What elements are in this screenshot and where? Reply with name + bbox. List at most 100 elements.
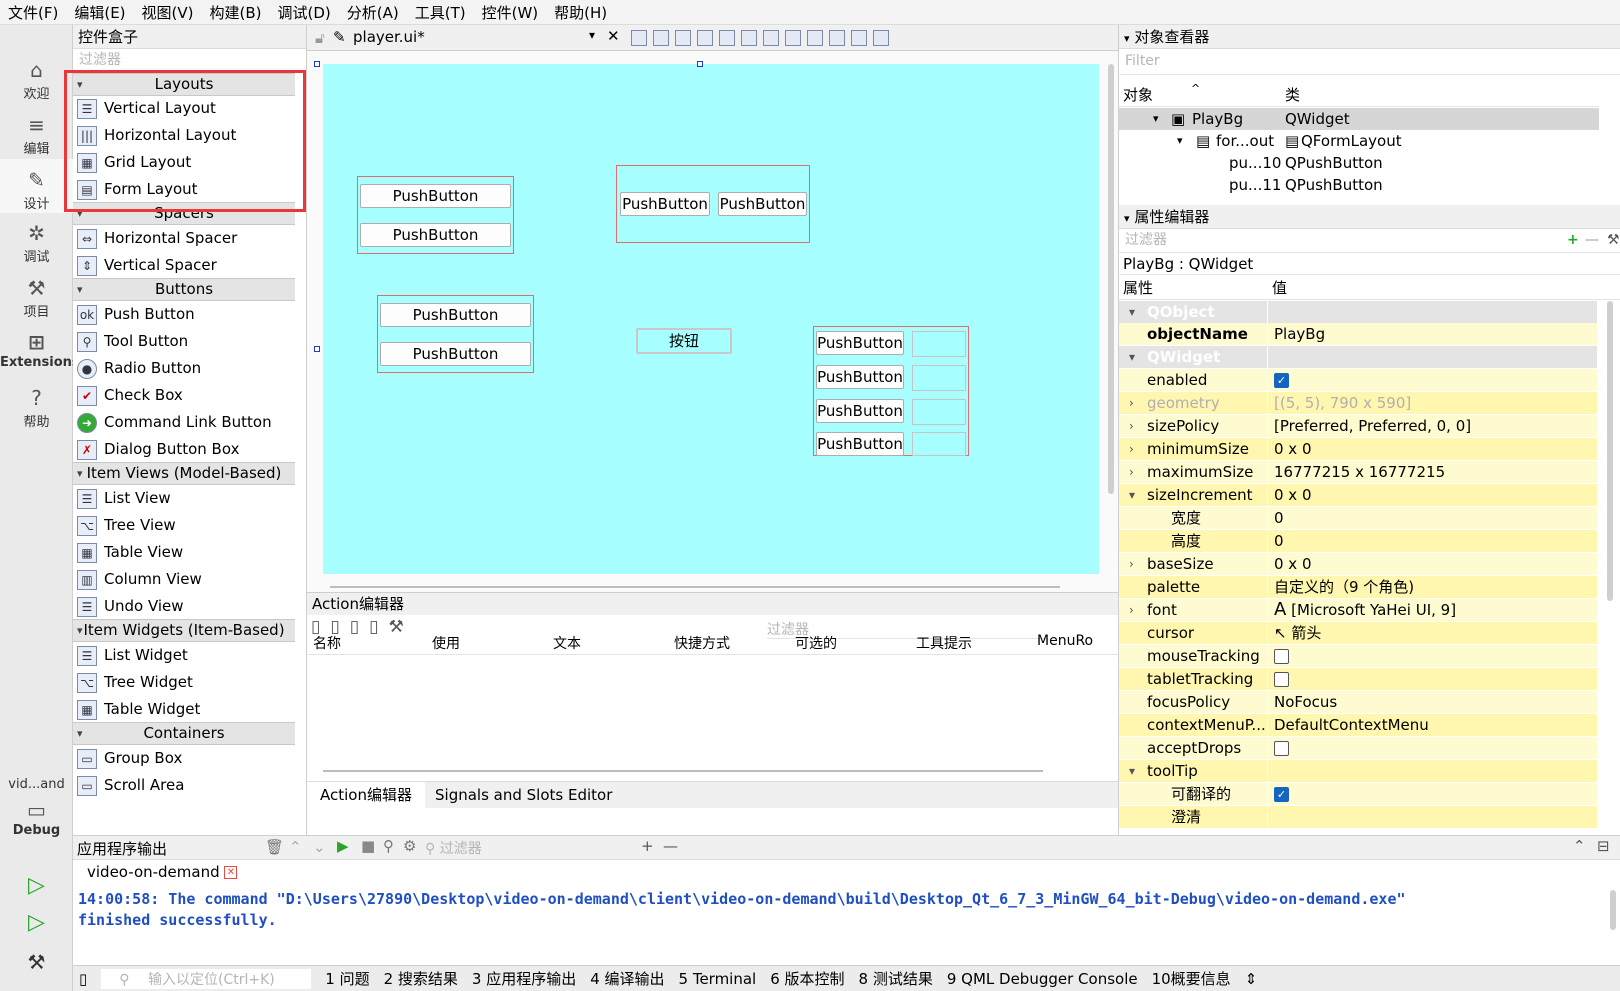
prop-disambiguation[interactable]: 澄清 <box>1119 806 1597 828</box>
up-icon[interactable]: ⌃ <box>289 838 302 856</box>
col-checkable[interactable]: 可选的 <box>795 633 837 653</box>
col-value[interactable]: 值 <box>1272 276 1287 300</box>
col-name[interactable]: 名称 <box>313 633 341 653</box>
pane-application-output[interactable]: 3 应用程序输出 <box>472 968 576 989</box>
output-tab[interactable]: video-on-demand ✕ <box>73 860 253 884</box>
col-tooltip[interactable]: 工具提示 <box>916 633 972 653</box>
object-filter-input[interactable]: Filter <box>1119 49 1620 75</box>
prop-cursor[interactable]: cursor ↖ 箭头 <box>1119 622 1597 644</box>
zoom-in-icon[interactable]: + <box>641 837 654 855</box>
category-containers[interactable]: ▾ Containers <box>73 722 295 745</box>
form-canvas-playbg[interactable]: PushButton PushButton PushButton PushBut… <box>323 64 1099 574</box>
prop-basesize[interactable]: baseSize 0 x 0 › <box>1119 553 1597 575</box>
push-button[interactable]: PushButton <box>816 432 904 456</box>
widget-table-view[interactable]: ▦ Table View <box>77 539 295 566</box>
widget-tool-button[interactable]: ⚲ Tool Button <box>77 328 295 355</box>
widget-tree-widget[interactable]: ⌥ Tree Widget <box>77 669 295 696</box>
push-button[interactable]: PushButton <box>620 192 710 216</box>
zoom-out-icon[interactable]: — <box>663 837 678 855</box>
open-file-selector[interactable]: player.ui* <box>353 28 425 46</box>
tab-signals-slots[interactable]: Signals and Slots Editor <box>435 782 612 809</box>
menu-widgets[interactable]: 控件(W) <box>482 2 539 23</box>
pane-search-results[interactable]: 2 搜索结果 <box>384 968 458 989</box>
close-icon[interactable]: ✕ <box>607 27 620 45</box>
mode-debug[interactable]: ✲ 调试 <box>0 220 73 265</box>
close-icon[interactable]: ✕ <box>224 866 238 879</box>
menu-analyze[interactable]: 分析(A) <box>347 2 399 23</box>
mousetracking-checkbox[interactable] <box>1274 649 1289 664</box>
push-button[interactable]: PushButton <box>380 342 531 366</box>
prop-mousetracking[interactable]: mouseTracking <box>1119 645 1597 667</box>
category-item-views[interactable]: ▾ Item Views (Model-Based) <box>73 462 295 485</box>
pane-terminal[interactable]: 5 Terminal <box>679 970 757 988</box>
col-used[interactable]: 使用 <box>432 633 460 653</box>
kit-selector[interactable]: ▭ Debug <box>0 797 73 838</box>
maximize-panel-icon[interactable]: ⌃ <box>1573 837 1586 855</box>
down-icon[interactable]: ⌄ <box>313 838 326 856</box>
edit-widgets-icon[interactable] <box>631 29 647 46</box>
lay-out-vertically-icon[interactable] <box>741 29 757 46</box>
translatable-checkbox[interactable]: ✓ <box>1274 787 1289 802</box>
form-layout-icon[interactable] <box>807 29 823 46</box>
object-row-formlayout[interactable]: ▾ ▤ for...out ▤ QFormLayout <box>1119 130 1599 152</box>
prop-focuspolicy[interactable]: focusPolicy NoFocus <box>1119 691 1597 713</box>
widget-group-box[interactable]: ▭ Group Box <box>77 745 295 772</box>
horizontal-splitter-icon[interactable] <box>763 29 779 46</box>
adjust-size-icon[interactable] <box>873 29 889 46</box>
mode-projects[interactable]: ⚒ 项目 <box>0 275 73 320</box>
edit-tab-order-icon[interactable] <box>697 29 713 46</box>
pane-version-control[interactable]: 6 版本控制 <box>770 968 844 989</box>
object-row-playbg[interactable]: ▾ ▣ PlayBg QWidget <box>1119 108 1599 130</box>
push-button[interactable]: PushButton <box>816 331 904 355</box>
break-layout-icon[interactable] <box>851 29 867 46</box>
pane-test-results[interactable]: 8 测试结果 <box>859 968 933 989</box>
widget-radio-button[interactable]: ● Radio Button <box>77 355 295 382</box>
locator-input[interactable]: ⚲ 输入以定位(Ctrl+K) <box>101 968 312 989</box>
mode-design[interactable]: ✎ 设计 <box>0 159 73 213</box>
widget-table-widget[interactable]: ▦ Table Widget <box>77 696 295 723</box>
more-panes-icon[interactable]: ⇕ <box>1245 970 1258 988</box>
acceptdrops-checkbox[interactable] <box>1274 741 1289 756</box>
push-button[interactable]: PushButton <box>360 223 511 247</box>
prop-objectname[interactable]: objectName PlayBg <box>1119 323 1597 345</box>
prop-height[interactable]: 高度 0 <box>1119 530 1597 552</box>
mode-welcome[interactable]: ⌂ 欢迎 <box>0 57 73 102</box>
prop-tablettracking[interactable]: tabletTracking <box>1119 668 1597 690</box>
widget-push-button[interactable]: ok Push Button <box>77 301 295 328</box>
push-button[interactable]: PushButton <box>816 365 904 389</box>
menu-view[interactable]: 视图(V) <box>142 2 194 23</box>
vertical-splitter-icon[interactable] <box>785 29 801 46</box>
prop-translatable[interactable]: 可翻译的 ✓ <box>1119 783 1597 805</box>
close-panel-icon[interactable]: ⊟ <box>1597 837 1610 855</box>
push-button[interactable]: PushButton <box>816 399 904 423</box>
toggle-sidebar-icon[interactable]: ▯ <box>79 970 87 988</box>
build-hammer-icon[interactable]: ⚒ <box>0 950 73 974</box>
mode-help[interactable]: ? 帮助 <box>0 385 73 430</box>
push-button[interactable]: PushButton <box>360 184 511 208</box>
category-item-widgets[interactable]: ▾ Item Widgets (Item-Based) <box>73 619 295 642</box>
pane-general-messages[interactable]: 10概要信息 <box>1152 968 1231 989</box>
push-button[interactable]: PushButton <box>380 303 531 327</box>
pane-issues[interactable]: 1 问题 <box>325 968 369 989</box>
col-class[interactable]: 类 <box>1285 83 1300 107</box>
cn-push-button[interactable]: 按钮 <box>636 328 732 354</box>
object-row-button10[interactable]: pu...10 QPushButton <box>1119 152 1599 174</box>
widget-dialog-button-box[interactable]: ✗ Dialog Button Box <box>77 436 295 463</box>
stop-icon[interactable]: ■ <box>361 837 375 855</box>
col-shortcut[interactable]: 快捷方式 <box>674 633 730 653</box>
prop-width[interactable]: 宽度 0 <box>1119 507 1597 529</box>
form-layout-frame[interactable]: PushButton PushButton PushButton PushBut… <box>813 326 969 456</box>
group-qwidget[interactable]: QWidget ▾ <box>1119 346 1597 368</box>
output-scrollbar[interactable] <box>1610 890 1616 930</box>
prop-contextmenupolicy[interactable]: contextMenuP... DefaultContextMenu <box>1119 714 1597 736</box>
prop-sizepolicy[interactable]: sizePolicy [Preferred, Preferred, 0, 0] › <box>1119 415 1597 437</box>
clear-icon[interactable]: 🗑︎ <box>265 838 284 856</box>
menu-debug[interactable]: 调试(D) <box>278 2 331 23</box>
col-text[interactable]: 文本 <box>553 633 581 653</box>
widget-scroll-area[interactable]: ▭ Scroll Area <box>77 772 295 799</box>
configure-icon[interactable]: ⚒ <box>1607 229 1620 251</box>
widget-horizontal-spacer[interactable]: ⇔ Horizontal Spacer <box>77 225 295 252</box>
menu-build[interactable]: 构建(B) <box>210 2 262 23</box>
col-object[interactable]: 对象 <box>1123 83 1153 107</box>
widget-check-box[interactable]: ✔ Check Box <box>77 382 295 409</box>
